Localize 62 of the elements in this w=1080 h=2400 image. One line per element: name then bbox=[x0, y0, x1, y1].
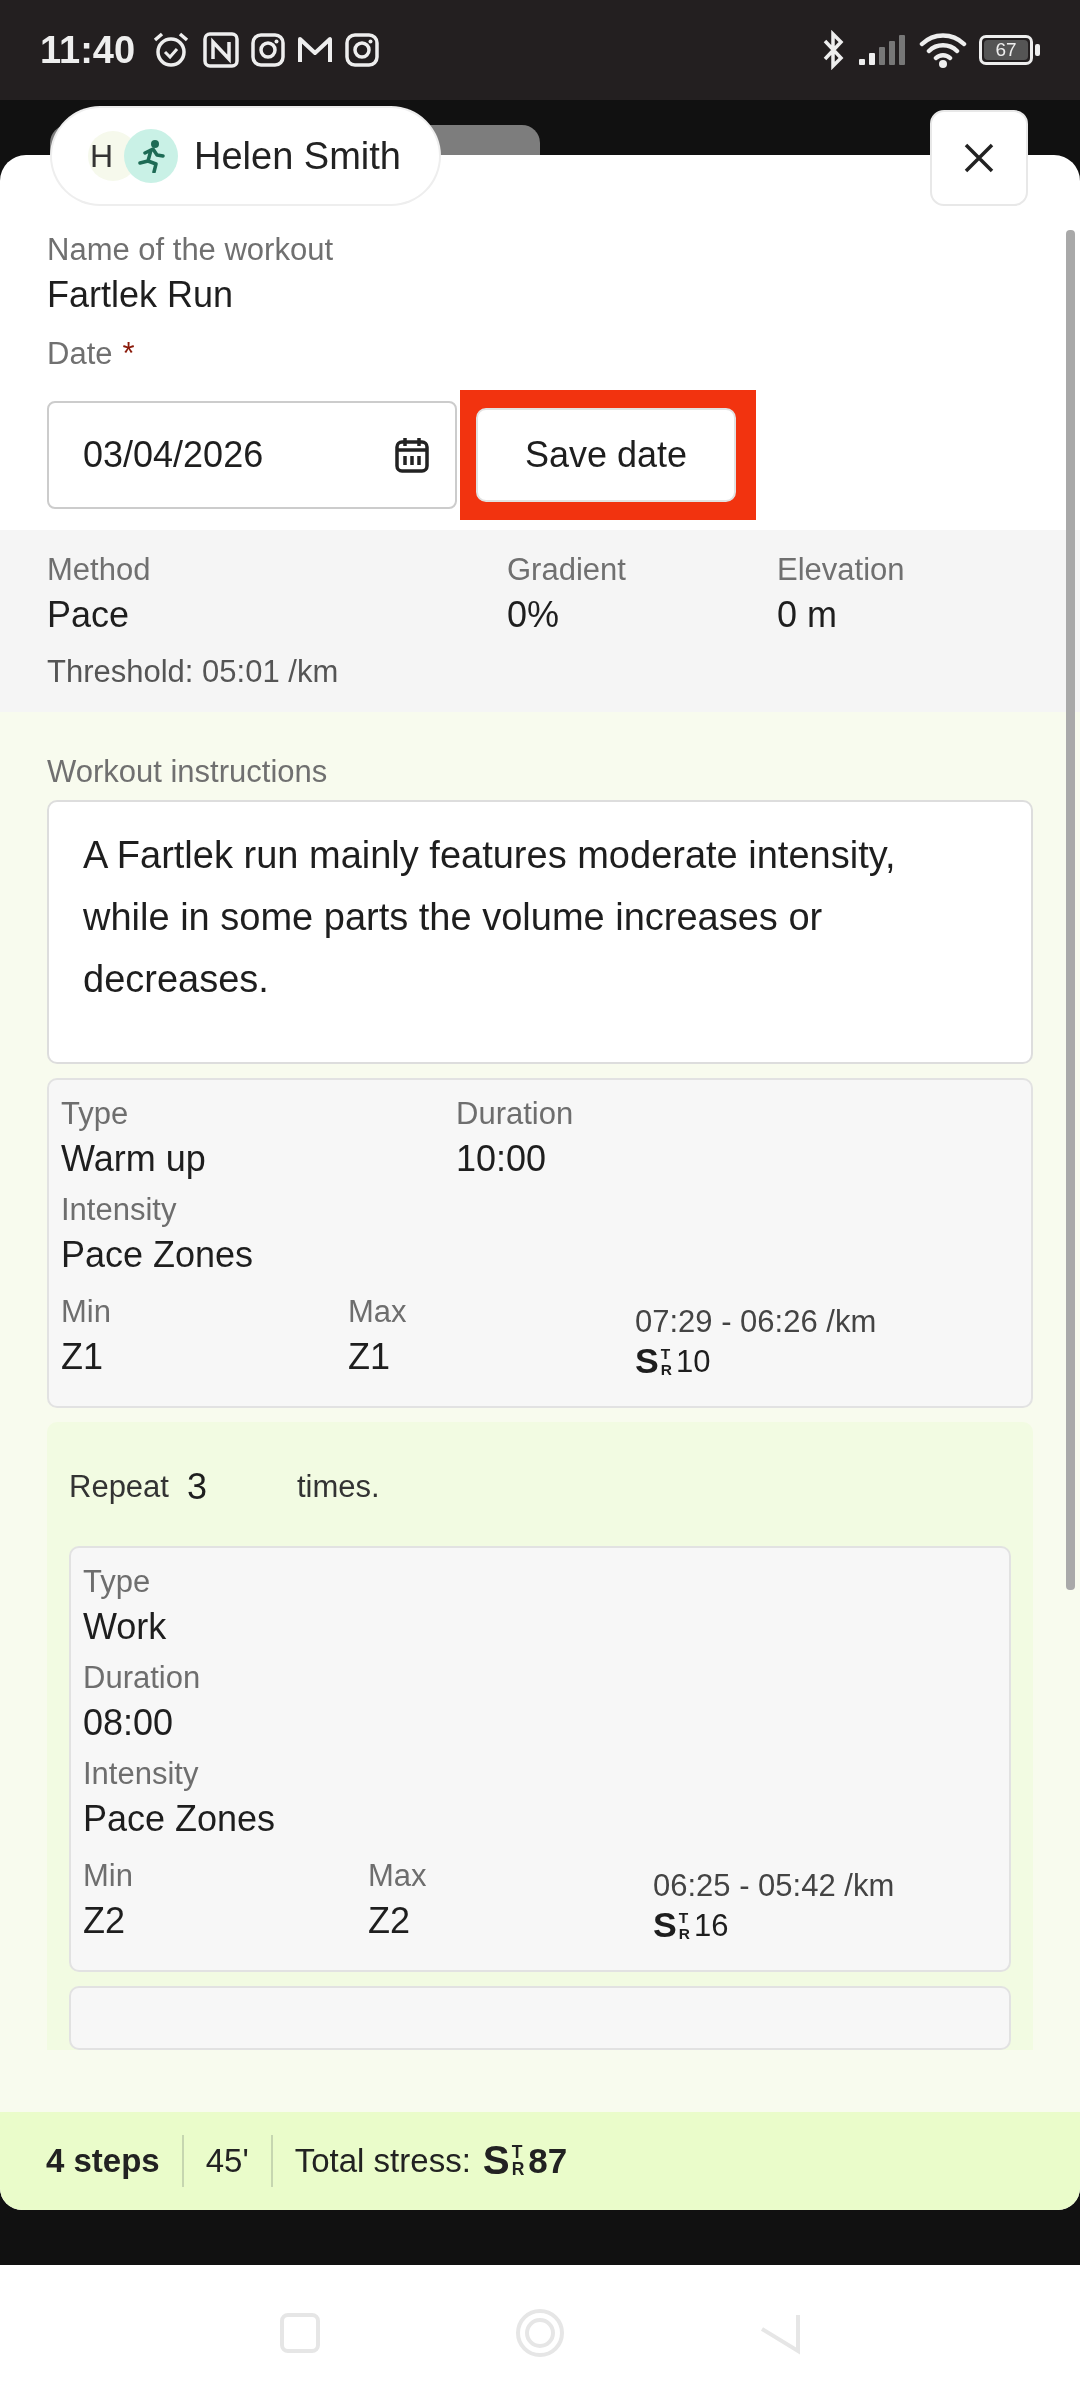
type-value: Work bbox=[83, 1605, 168, 1649]
battery-indicator: 67 bbox=[979, 35, 1040, 65]
calendar-icon[interactable] bbox=[395, 437, 429, 473]
close-button[interactable] bbox=[930, 110, 1028, 206]
min-label: Min bbox=[83, 1857, 134, 1895]
nfc-icon bbox=[203, 32, 240, 68]
close-icon bbox=[962, 141, 996, 175]
summary-label: Method bbox=[47, 551, 152, 589]
summary-label: Elevation bbox=[777, 551, 906, 589]
total-duration: 45' bbox=[205, 2142, 249, 2180]
running-person-icon bbox=[136, 139, 166, 173]
duration-label: Duration bbox=[83, 1659, 202, 1697]
field-label: Date bbox=[47, 336, 113, 371]
user-name: Helen Smith bbox=[194, 134, 401, 178]
required-mark: * bbox=[122, 336, 135, 371]
max-zone: Z2 bbox=[368, 1899, 411, 1943]
save-date-button[interactable]: Save date bbox=[476, 408, 736, 502]
stress-value: 16 bbox=[694, 1907, 729, 1944]
bluetooth-icon bbox=[821, 30, 845, 70]
recent-apps-icon[interactable] bbox=[278, 2310, 322, 2355]
duration-value: 08:00 bbox=[83, 1701, 175, 1745]
user-chip[interactable]: H Helen Smith bbox=[52, 108, 439, 204]
summary-value: 0 m bbox=[777, 593, 838, 637]
type-label: Type bbox=[83, 1563, 152, 1601]
date-field[interactable]: 03/04/2026 bbox=[47, 401, 457, 509]
pace-range: 06:25 - 05:42 /km bbox=[653, 1867, 896, 1905]
mail-icon bbox=[297, 35, 334, 65]
field-label: Name of the workout bbox=[47, 231, 335, 269]
duration-label: Duration bbox=[456, 1095, 575, 1133]
intensity-label: Intensity bbox=[61, 1191, 178, 1229]
repeat-label: Repeat bbox=[69, 1469, 169, 1505]
intensity-value: Pace Zones bbox=[61, 1233, 255, 1277]
workout-name: Fartlek Run bbox=[47, 273, 235, 317]
type-label: Type bbox=[61, 1095, 130, 1133]
section-label: Workout instructions bbox=[47, 753, 329, 791]
min-zone: Z2 bbox=[83, 1899, 126, 1943]
duration-value: 10:00 bbox=[456, 1137, 548, 1181]
intensity-label: Intensity bbox=[83, 1755, 200, 1793]
total-stress-label: Total stress: bbox=[294, 2142, 471, 2180]
stress-value: 87 bbox=[528, 2141, 568, 2181]
pace-range: 07:29 - 06:26 /km bbox=[635, 1303, 878, 1341]
summary-label: Gradient bbox=[507, 551, 627, 589]
max-zone: Z1 bbox=[348, 1335, 391, 1379]
instructions-box[interactable]: A Fartlek run mainly features moderate intensity, while in some parts the volume increases or decreases. bbox=[47, 800, 1033, 1064]
summary-value: 0% bbox=[507, 593, 561, 637]
intensity-value: Pace Zones bbox=[83, 1797, 277, 1841]
threshold-text: Threshold: 05:01 /km bbox=[47, 654, 340, 690]
summary-value: Pace bbox=[47, 593, 131, 637]
min-label: Min bbox=[61, 1293, 112, 1331]
min-zone: Z1 bbox=[61, 1335, 104, 1379]
max-label: Max bbox=[348, 1293, 408, 1331]
camera-icon bbox=[251, 33, 286, 67]
stress-value: 10 bbox=[676, 1343, 711, 1380]
signal-icon bbox=[857, 33, 907, 67]
camera-icon bbox=[345, 33, 380, 67]
repeat-label: times. bbox=[296, 1469, 380, 1505]
wifi-icon bbox=[919, 31, 967, 69]
repeat-count: 3 bbox=[185, 1466, 208, 1508]
max-label: Max bbox=[368, 1857, 428, 1895]
step-count: 4 steps bbox=[46, 2142, 160, 2180]
clock-time: 11:40 bbox=[40, 28, 136, 72]
type-value: Warm up bbox=[61, 1137, 207, 1181]
